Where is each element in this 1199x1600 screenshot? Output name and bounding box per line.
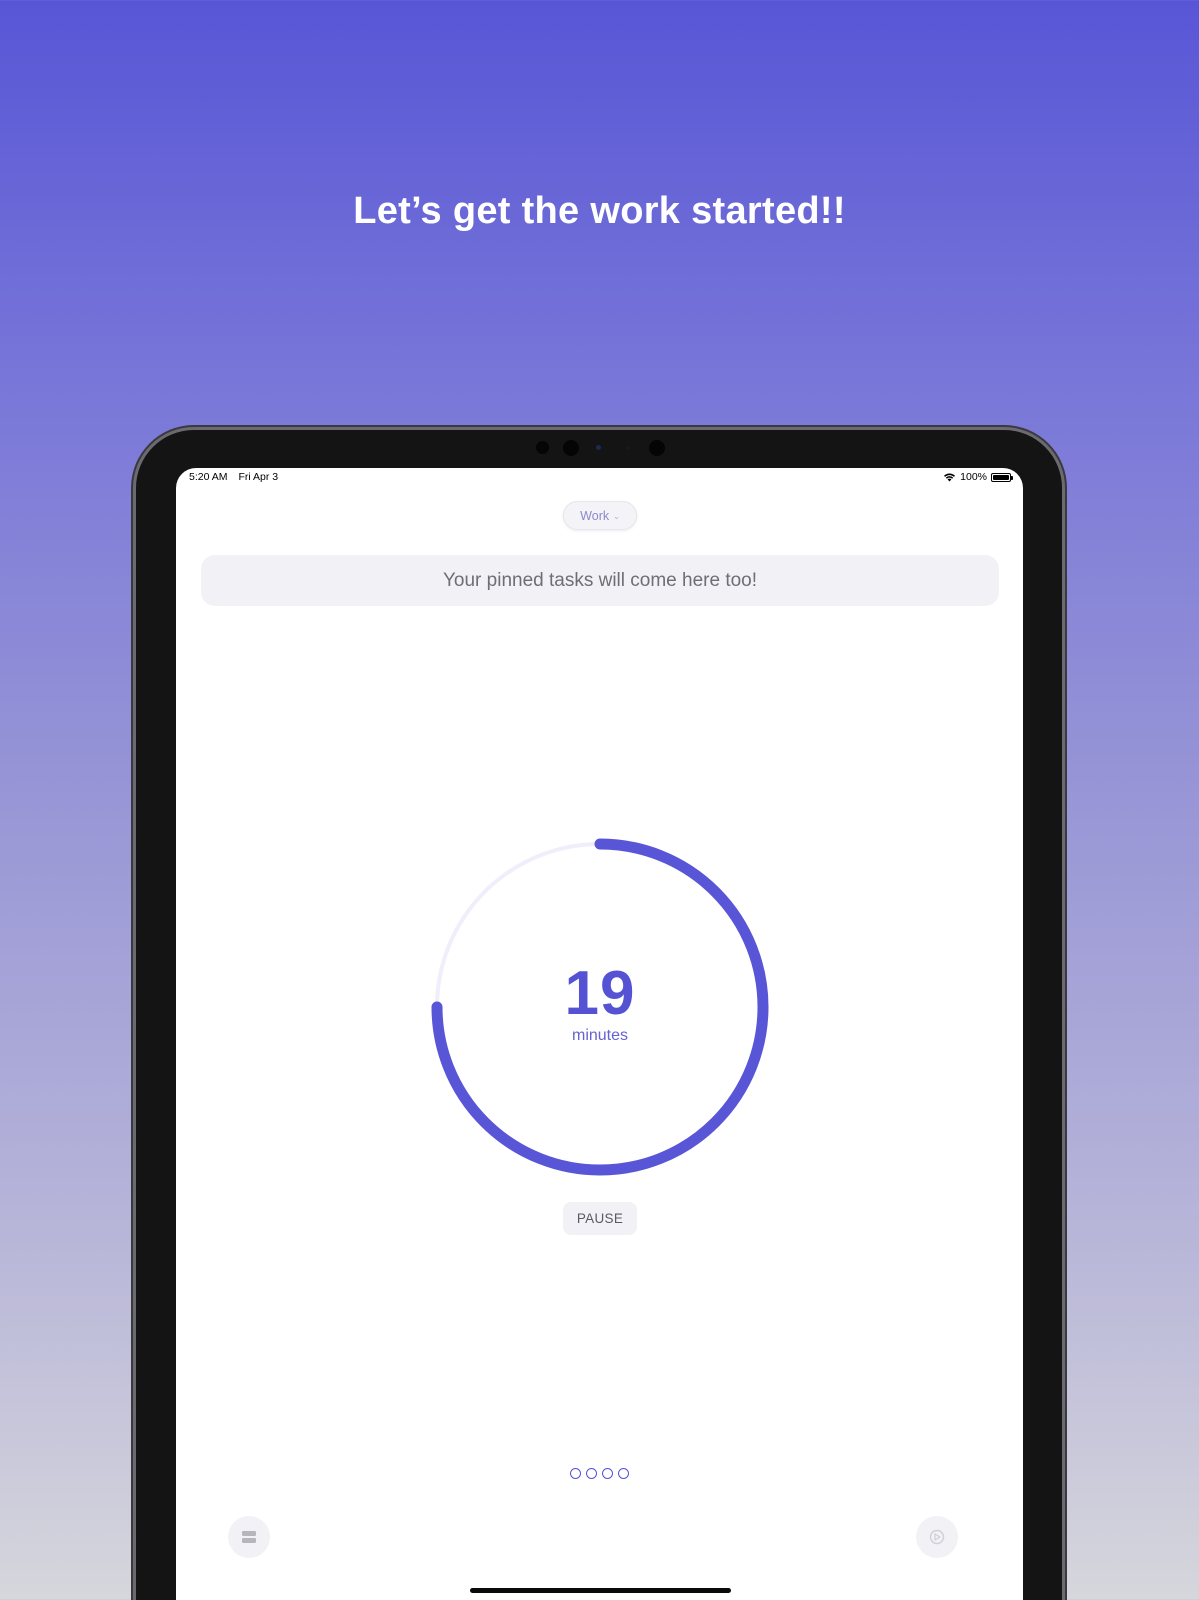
device-top-button xyxy=(955,425,1005,429)
device-volume-down xyxy=(1062,562,1066,607)
page-dot xyxy=(586,1468,597,1479)
app-screen: 5:20 AM Fri Apr 3 100% Work ⌄ Your pinne… xyxy=(176,468,1023,1600)
sensor-dot xyxy=(563,440,579,456)
page-indicator xyxy=(570,1468,629,1479)
timer-value: 19 xyxy=(564,959,636,1028)
compass-icon xyxy=(929,1529,945,1545)
page-dot xyxy=(602,1468,613,1479)
sensor-dot xyxy=(626,446,630,450)
sensor-dot xyxy=(536,441,549,454)
page-dot xyxy=(570,1468,581,1479)
front-camera xyxy=(596,445,601,450)
pause-button[interactable]: PAUSE xyxy=(563,1202,637,1235)
sensor-dot xyxy=(649,440,665,456)
timer-unit: minutes xyxy=(571,1027,629,1044)
timer-readout: 19 minutes xyxy=(500,963,700,1045)
tasks-button[interactable] xyxy=(228,1516,270,1558)
settings-button[interactable] xyxy=(916,1516,958,1558)
home-indicator xyxy=(470,1588,731,1593)
device-volume-up xyxy=(1062,510,1066,555)
page-dot xyxy=(618,1468,629,1479)
page-headline: Let’s get the work started!! xyxy=(353,190,846,232)
list-icon xyxy=(242,1531,256,1543)
